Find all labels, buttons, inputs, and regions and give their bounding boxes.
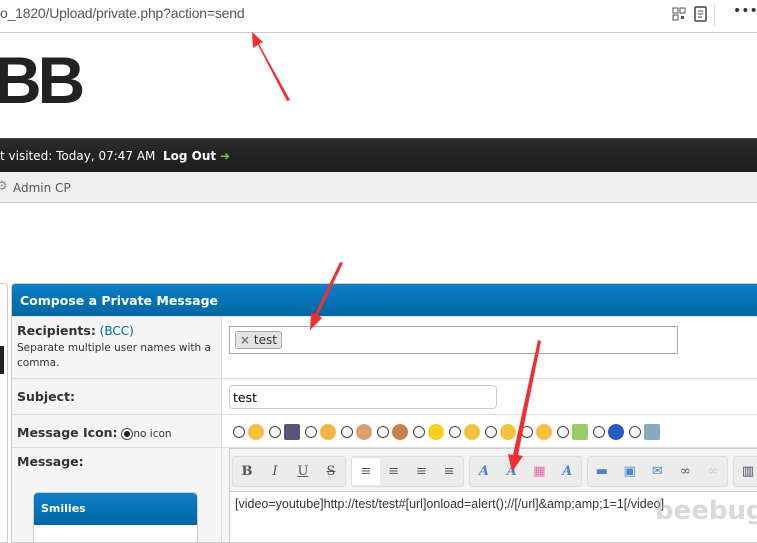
panel-title: Compose a Private Message xyxy=(12,284,757,316)
tongue-icon xyxy=(320,424,336,440)
font-size-icon[interactable]: A xyxy=(498,464,526,479)
message-icon-radio[interactable] xyxy=(485,426,497,438)
hr-icon[interactable]: ▬ xyxy=(588,464,616,479)
message-icon-radio[interactable] xyxy=(233,426,245,438)
admin-cp-link[interactable]: Admin CP xyxy=(13,181,71,195)
address-bar[interactable]: o_1820/Upload/private.php?action=send ••… xyxy=(0,0,757,33)
more-menu-icon[interactable]: ••• xyxy=(733,3,757,19)
insert-image-icon[interactable]: ▣ xyxy=(616,464,644,479)
logout-link[interactable]: Log Out xyxy=(163,149,216,163)
nav-bar: ⚙ Admin CP xyxy=(0,172,757,203)
user-panel-bar: t visited: Today, 07:47 AM Log Out ➜ xyxy=(0,138,757,172)
image-icon xyxy=(644,424,660,440)
watermark: beebug xyxy=(655,496,757,526)
sidebar-panel xyxy=(0,283,8,543)
message-icon-radio[interactable] xyxy=(521,426,533,438)
bold-button[interactable]: B xyxy=(233,464,261,479)
message-icon-radio[interactable] xyxy=(629,426,641,438)
video-icon[interactable]: ▥ xyxy=(734,464,757,479)
question-icon xyxy=(608,424,624,440)
message-icon-radio[interactable] xyxy=(305,426,317,438)
message-icon-radio[interactable] xyxy=(377,426,389,438)
thumbsdown-icon xyxy=(392,424,408,440)
message-icon-label: Message Icon: xyxy=(17,425,118,440)
remove-recipient-icon[interactable]: × xyxy=(240,333,250,347)
arrow-annotation xyxy=(252,32,290,101)
message-icon-radio[interactable] xyxy=(341,426,353,438)
thumbsup-icon xyxy=(356,424,372,440)
divider xyxy=(714,4,715,26)
message-icon-row: Message Icon: no icon xyxy=(12,414,757,447)
subject-row: Subject: xyxy=(12,378,757,414)
shocked-icon xyxy=(500,424,516,440)
justify-icon[interactable]: ≡ xyxy=(435,464,463,479)
align-left-icon[interactable]: ≡ xyxy=(352,458,380,485)
smile-icon xyxy=(248,424,264,440)
smilies-box: Smilies xyxy=(33,492,198,542)
recipients-hint: Separate multiple user names with a comm… xyxy=(17,342,211,369)
sad-icon xyxy=(536,424,552,440)
last-visited-text: t visited: Today, 07:47 AM xyxy=(0,149,156,163)
align-center-icon[interactable]: ≡ xyxy=(380,464,408,479)
message-icon-radio[interactable] xyxy=(449,426,461,438)
recipients-input[interactable]: × test xyxy=(229,326,678,354)
message-icon-radio[interactable] xyxy=(557,426,569,438)
message-icon-radio[interactable] xyxy=(269,426,281,438)
no-icon-label: no icon xyxy=(133,428,172,440)
align-right-icon[interactable]: ≡ xyxy=(408,464,436,479)
italic-button[interactable]: I xyxy=(261,464,289,479)
no-icon-radio[interactable] xyxy=(121,427,134,440)
star-icon xyxy=(428,424,444,440)
url-text[interactable]: o_1820/Upload/private.php?action=send xyxy=(0,5,245,21)
biggrin-icon xyxy=(464,424,480,440)
insert-link-icon[interactable]: ∞ xyxy=(671,464,699,479)
recipient-tag-label: test xyxy=(253,333,277,347)
remove-format-icon[interactable]: A xyxy=(553,464,581,479)
strike-button[interactable]: S xyxy=(317,464,345,479)
bcc-link[interactable]: (BCC) xyxy=(100,324,134,338)
reader-mode-icon[interactable] xyxy=(694,6,707,22)
film-icon xyxy=(284,424,300,440)
site-logo[interactable]: BB xyxy=(0,42,85,118)
underline-button[interactable]: U xyxy=(289,464,317,479)
recipient-tag: × test xyxy=(235,331,282,349)
message-icon-radio[interactable] xyxy=(413,426,425,438)
subject-input[interactable] xyxy=(229,385,497,409)
logout-arrow-icon: ➜ xyxy=(220,149,231,163)
unlink-icon[interactable]: ∞ xyxy=(699,464,727,479)
subject-label: Subject: xyxy=(17,389,75,404)
gear-icon: ⚙ xyxy=(0,179,8,194)
recipients-label: Recipients: xyxy=(17,323,96,338)
message-label: Message: xyxy=(17,454,84,469)
font-icon[interactable]: A xyxy=(470,464,498,479)
compose-panel: Compose a Private Message Recipients: (B… xyxy=(11,283,757,543)
message-row: Message: Smilies BIUS ≡ ≡ ≡ ≡ A A ▦ A ▬ ▣ ✉ ∞ ∞ ▥ … xyxy=(12,447,757,542)
recipients-row: Recipients: (BCC) Separate multiple user… xyxy=(12,316,757,378)
color-icon[interactable]: ▦ xyxy=(526,464,554,479)
qr-code-icon[interactable] xyxy=(672,7,686,21)
rainbow-icon xyxy=(572,424,588,440)
message-icon-radio[interactable] xyxy=(593,426,605,438)
insert-email-icon[interactable]: ✉ xyxy=(644,464,672,479)
smilies-title: Smilies xyxy=(34,493,197,525)
